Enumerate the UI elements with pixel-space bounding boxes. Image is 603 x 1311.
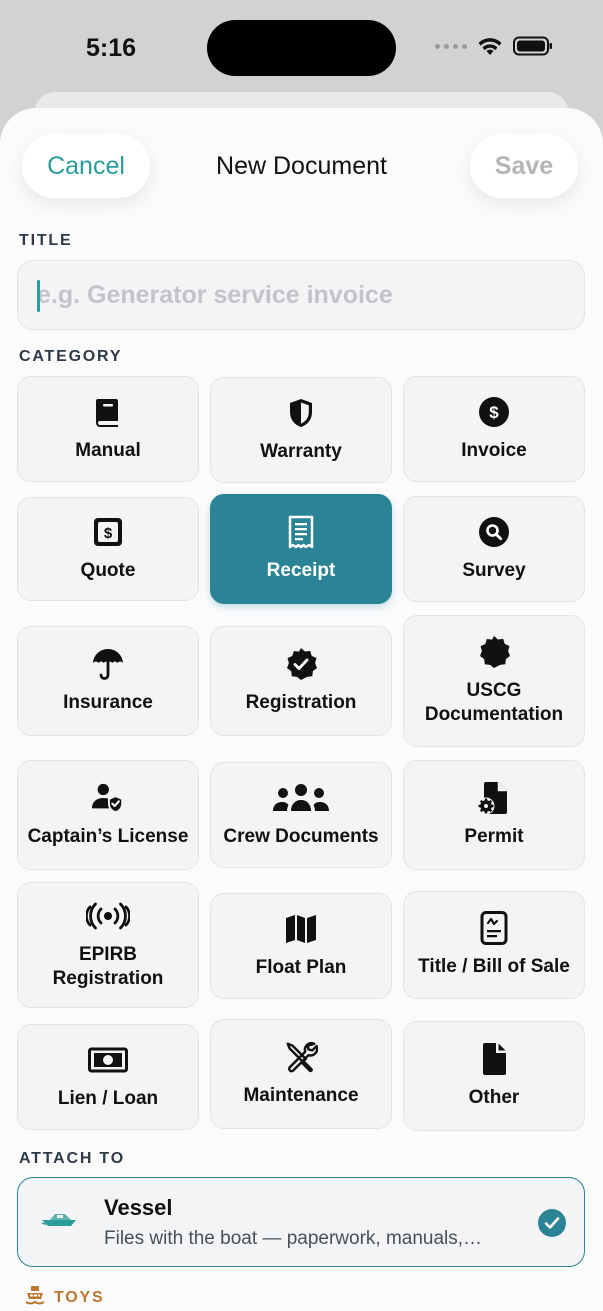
receipt-icon (284, 515, 318, 549)
category-label: Insurance (63, 692, 153, 713)
category-receipt[interactable]: Receipt (210, 494, 392, 604)
group-icon (271, 781, 331, 815)
category-registration[interactable]: Registration (210, 626, 392, 736)
boat-icon (40, 1208, 80, 1233)
wrench-screwdriver-icon (284, 1040, 318, 1074)
dollar-square-icon: $ (91, 515, 125, 549)
status-time: 5:16 (86, 34, 137, 62)
category-manual[interactable]: Manual (17, 376, 199, 482)
category-label: Manual (75, 440, 141, 461)
category-epirb-registration[interactable]: EPIRB Registration (17, 882, 199, 1008)
category-float-plan[interactable]: Float Plan (210, 893, 392, 999)
book-icon (91, 395, 125, 429)
ferry-icon (24, 1284, 46, 1311)
svg-text:$: $ (104, 525, 113, 542)
search-circle-icon (477, 515, 511, 549)
category-warranty[interactable]: Warranty (210, 377, 392, 483)
category-label: Survey (462, 560, 526, 581)
category-label: Crew Documents (223, 826, 379, 847)
category-title-bill-of-sale[interactable]: Title / Bill of Sale (403, 891, 585, 999)
category-insurance[interactable]: Insurance (17, 626, 199, 736)
category-permit[interactable]: Permit (403, 760, 585, 870)
category-uscg-documentation[interactable]: USCG Documentation (403, 615, 585, 747)
category-label: Title / Bill of Sale (418, 956, 570, 977)
category-label: Receipt (266, 560, 336, 581)
nav-bar: Cancel New Document Save (0, 108, 603, 208)
person-badge-icon (91, 781, 125, 815)
category-invoice[interactable]: $ Invoice (403, 376, 585, 482)
category-other[interactable]: Other (403, 1021, 585, 1131)
category-captains-license[interactable]: Captain’s License (17, 760, 199, 870)
category-label: Float Plan (255, 957, 347, 978)
map-icon (284, 912, 318, 946)
svg-text:$: $ (489, 403, 499, 422)
category-maintenance[interactable]: Maintenance (210, 1019, 392, 1129)
shield-icon (284, 396, 318, 430)
category-survey[interactable]: Survey (403, 496, 585, 602)
category-label: Permit (464, 826, 524, 847)
category-section-label: CATEGORY (19, 348, 123, 365)
status-bar: 5:16 (0, 0, 603, 95)
umbrella-icon (91, 647, 125, 681)
category-label: Invoice (461, 440, 527, 461)
cellular-icon (435, 43, 467, 49)
attach-option-vessel[interactable]: Vessel Files with the boat — paperwork, … (17, 1177, 585, 1267)
dynamic-island (207, 20, 396, 76)
category-label: USCG Documentation (424, 680, 564, 725)
document-icon (477, 1042, 511, 1076)
category-label: Other (468, 1087, 520, 1108)
seal-icon (477, 635, 511, 669)
text-caret (37, 280, 40, 312)
category-label: Warranty (260, 441, 342, 462)
title-input[interactable]: e.g. Generator service invoice (17, 260, 585, 330)
category-label: EPIRB Registration (52, 944, 164, 989)
toys-section-label: TOYS (54, 1288, 105, 1306)
title-placeholder: e.g. Generator service invoice (37, 281, 393, 309)
category-label: Maintenance (243, 1085, 359, 1106)
new-document-sheet: Cancel New Document Save TITLE e.g. Gene… (0, 108, 603, 1311)
document-gear-icon (477, 781, 511, 815)
category-lien-loan[interactable]: Lien / Loan (17, 1024, 199, 1130)
wifi-icon (477, 36, 503, 56)
attach-option-title: Vessel (104, 1195, 173, 1220)
dollar-circle-icon: $ (477, 395, 511, 429)
category-label: Captain’s License (27, 826, 189, 847)
status-indicators (435, 36, 553, 56)
banknote-icon (87, 1043, 129, 1077)
toys-section-header: TOYS (24, 1284, 104, 1311)
category-quote[interactable]: $ Quote (17, 497, 199, 601)
attach-option-subtitle: Files with the boat — paperwork, manuals… (104, 1228, 483, 1249)
radio-signal-icon (85, 899, 131, 933)
category-label: Lien / Loan (57, 1088, 159, 1109)
document-signature-icon (477, 911, 511, 945)
battery-icon (513, 36, 553, 56)
checkmark-seal-icon (284, 647, 318, 681)
category-crew-documents[interactable]: Crew Documents (210, 762, 392, 868)
category-label: Registration (245, 692, 357, 713)
title-section-label: TITLE (19, 232, 73, 249)
category-label: Quote (80, 560, 136, 581)
checkmark-icon (538, 1209, 566, 1237)
save-button[interactable]: Save (470, 134, 578, 198)
attach-section-label: ATTACH TO (19, 1150, 125, 1167)
